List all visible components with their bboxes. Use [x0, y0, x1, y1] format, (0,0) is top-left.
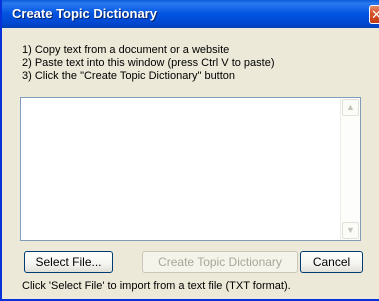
instruction-step-1: 1) Copy text from a document or a websit… — [22, 44, 230, 56]
close-icon: ✕ — [371, 6, 379, 23]
scroll-up-arrow-icon[interactable]: ▲ — [342, 99, 359, 116]
cancel-button[interactable]: Cancel — [300, 251, 363, 273]
dialog-window: Create Topic Dictionary ✕ 1) Copy text f… — [0, 0, 379, 301]
status-hint: Click 'Select File' to import from a tex… — [22, 280, 291, 292]
instruction-step-2: 2) Paste text into this window (press Ct… — [22, 57, 275, 69]
instructions: 1) Copy text from a document or a websit… — [22, 44, 275, 83]
paste-text-input[interactable] — [21, 98, 341, 240]
close-button[interactable]: ✕ — [369, 5, 379, 24]
instruction-step-3: 3) Click the "Create Topic Dictionary" b… — [22, 70, 236, 82]
vertical-scrollbar[interactable]: ▲ ▼ — [340, 98, 360, 240]
scroll-down-arrow-icon[interactable]: ▼ — [342, 222, 359, 239]
title-bar[interactable]: Create Topic Dictionary ✕ — [2, 0, 379, 28]
window-title: Create Topic Dictionary — [12, 6, 157, 21]
create-topic-dictionary-button[interactable]: Create Topic Dictionary — [142, 251, 298, 273]
select-file-button[interactable]: Select File... — [24, 251, 113, 273]
paste-text-area: ▲ ▼ — [20, 97, 361, 241]
